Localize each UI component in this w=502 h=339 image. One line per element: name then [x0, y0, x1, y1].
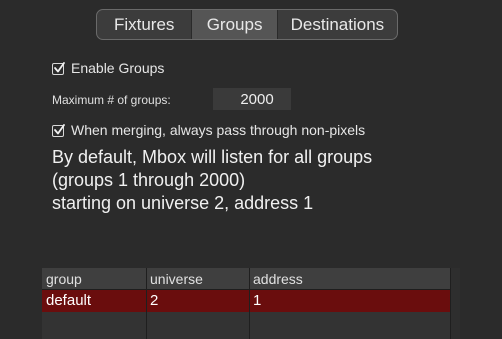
table-header: group universe address [42, 268, 460, 290]
cell-group[interactable]: default [42, 290, 146, 312]
max-groups-label: Maximum # of groups: [52, 93, 171, 107]
table-row[interactable]: default 2 1 [42, 290, 460, 312]
tab-bar: Fixtures Groups Destinations [96, 9, 398, 40]
tab-destinations[interactable]: Destinations [278, 10, 397, 39]
table-scroll-column[interactable] [450, 268, 460, 339]
column-header-group[interactable]: group [42, 268, 146, 290]
tab-fixtures[interactable]: Fixtures [97, 10, 193, 39]
max-groups-input[interactable]: 2000 [213, 88, 291, 110]
checkmark-icon [54, 62, 65, 73]
description-line-3: starting on universe 2, address 1 [52, 193, 314, 213]
checkmark-icon [54, 124, 65, 135]
column-header-universe[interactable]: universe [146, 268, 249, 290]
enable-groups-label: Enable Groups [71, 60, 165, 76]
column-header-address[interactable]: address [249, 268, 460, 290]
cell-universe[interactable]: 2 [146, 290, 249, 312]
passthrough-checkbox[interactable] [52, 124, 65, 137]
column-divider [146, 268, 147, 339]
passthrough-label: When merging, always pass through non-pi… [71, 122, 366, 138]
enable-groups-checkbox[interactable] [52, 62, 65, 75]
default-description: By default, Mbox will listen for all gro… [52, 146, 372, 215]
tab-groups[interactable]: Groups [192, 10, 278, 39]
groups-table: group universe address default 2 1 [42, 268, 460, 339]
description-line-2: (groups 1 through 2000) [52, 170, 246, 190]
description-line-1: By default, Mbox will listen for all gro… [52, 147, 373, 167]
column-divider [249, 268, 250, 339]
cell-address[interactable]: 1 [249, 290, 460, 312]
